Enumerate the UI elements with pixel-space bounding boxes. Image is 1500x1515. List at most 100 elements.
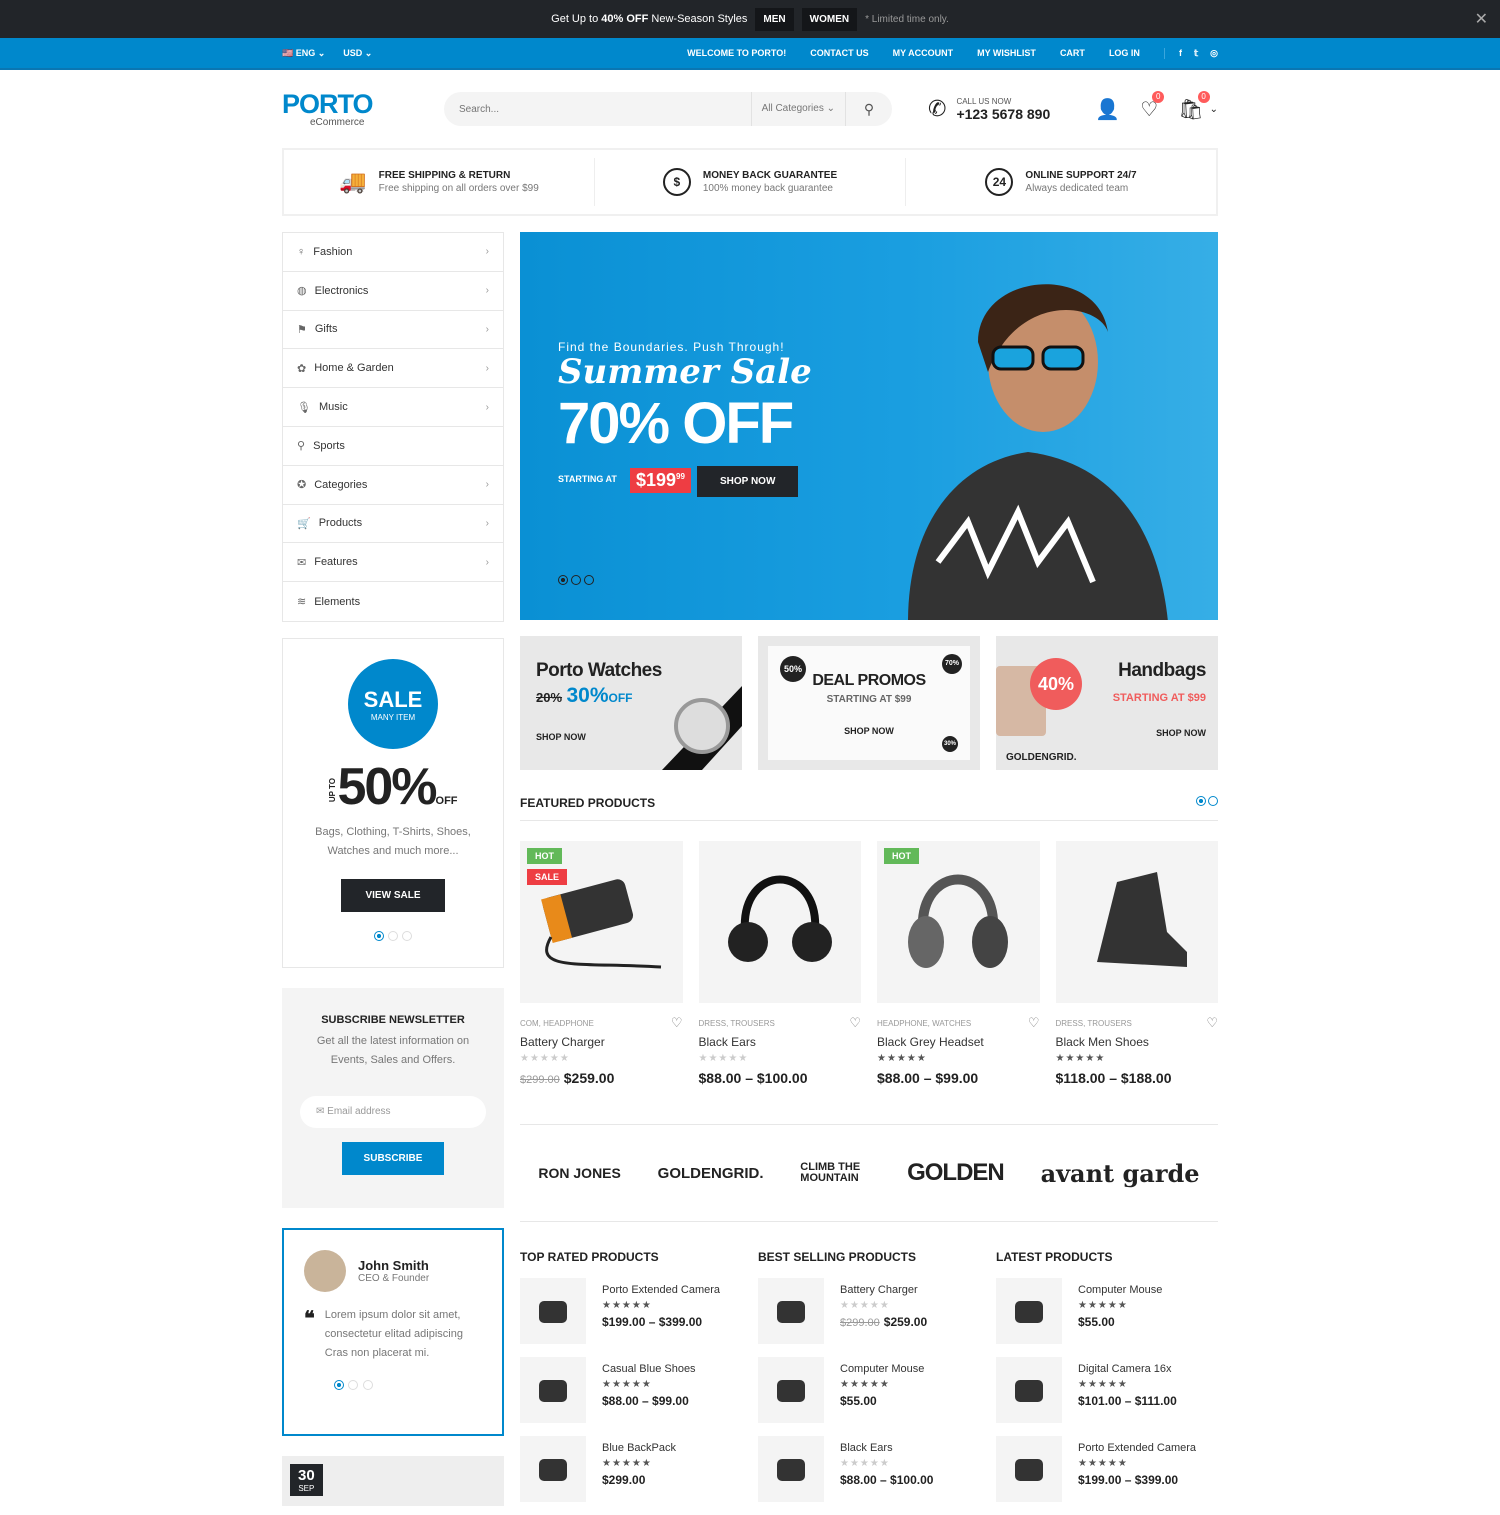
product-thumbnail[interactable] xyxy=(520,1278,586,1344)
product-name[interactable]: Battery Charger xyxy=(840,1284,927,1296)
carousel-dot[interactable] xyxy=(373,930,384,941)
category-item[interactable]: 🛒 Products › xyxy=(283,505,503,544)
product-name[interactable]: Battery Charger xyxy=(520,1035,683,1049)
category-item[interactable]: ≋ Elements xyxy=(283,582,503,621)
carousel-dot[interactable] xyxy=(402,930,413,941)
product-name[interactable]: Black Men Shoes xyxy=(1056,1035,1219,1049)
carousel-dot[interactable] xyxy=(334,1379,344,1390)
category-item[interactable]: ◍ Electronics › xyxy=(283,272,503,311)
brand-logo[interactable]: CLIMB THE MOUNTAIN xyxy=(800,1162,870,1184)
product-thumbnail[interactable] xyxy=(520,1357,586,1423)
product-name[interactable]: Porto Extended Camera xyxy=(1078,1442,1196,1454)
product-thumbnail[interactable] xyxy=(996,1278,1062,1344)
product-category[interactable]: COM, HEADPHONE xyxy=(520,1019,594,1031)
brand-logo[interactable]: avant garde xyxy=(1041,1159,1200,1188)
category-item[interactable]: ✿ Home & Garden › xyxy=(283,349,503,389)
product-thumbnail[interactable] xyxy=(758,1278,824,1344)
logo[interactable]: PORTO eCommerce xyxy=(282,90,432,128)
blog-post[interactable]: 30 SEP xyxy=(282,1455,504,1506)
slider-dot[interactable] xyxy=(584,575,594,585)
product-name[interactable]: Blue BackPack xyxy=(602,1442,676,1454)
product-name[interactable]: Computer Mouse xyxy=(840,1363,924,1375)
list-item[interactable]: Porto Extended Camera ★★★★★ $199.00 – $399… xyxy=(520,1278,742,1357)
product-thumbnail[interactable] xyxy=(520,1436,586,1502)
search-icon[interactable]: ⚲ xyxy=(846,101,892,118)
list-item[interactable]: Casual Blue Shoes ★★★★★ $88.00 – $99.00 xyxy=(520,1357,742,1436)
carousel-dot[interactable] xyxy=(1208,796,1218,806)
banner-handbags[interactable]: 40% Handbags STARTING AT $99 SHOP NOW GO… xyxy=(996,636,1218,770)
currency-select[interactable]: USD ⌄ xyxy=(343,48,372,59)
slider-dot[interactable] xyxy=(571,575,581,585)
search-input[interactable] xyxy=(444,103,751,115)
nav-link[interactable]: WELCOME TO PORTO! xyxy=(687,48,786,58)
product-name[interactable]: Digital Camera 16x xyxy=(1078,1363,1177,1375)
product-thumbnail[interactable] xyxy=(996,1357,1062,1423)
language-select[interactable]: 🇺🇸 ENG ⌄ xyxy=(282,48,325,59)
shop-now-button[interactable]: SHOP NOW xyxy=(697,466,799,497)
list-item[interactable]: Black Ears ★★★★★ $88.00 – $100.00 xyxy=(758,1436,980,1515)
user-icon[interactable]: 👤 xyxy=(1095,97,1120,122)
product-thumbnail[interactable] xyxy=(758,1357,824,1423)
product-name[interactable]: Computer Mouse xyxy=(1078,1284,1162,1296)
list-item[interactable]: Digital Camera 16x ★★★★★ $101.00 – $111.00 xyxy=(996,1357,1218,1436)
product-card[interactable]: HOT SALE COM, HEADPHONE ♡ Battery Charger ★★★… xyxy=(520,841,683,1086)
nav-link[interactable]: MY WISHLIST xyxy=(977,48,1036,58)
product-category[interactable]: DRESS, TROUSERS xyxy=(1056,1019,1132,1031)
product-card[interactable]: DRESS, TROUSERS ♡ Black Ears ★★★★★ $88.00 – … xyxy=(698,841,862,1086)
category-item[interactable]: ✉ Features › xyxy=(283,543,503,583)
product-category[interactable]: DRESS, TROUSERS xyxy=(699,1019,775,1031)
wishlist-icon[interactable]: ♡ xyxy=(671,1015,683,1031)
product-card[interactable]: DRESS, TROUSERS ♡ Black Men Shoes ★★★★★ $118… xyxy=(1055,841,1219,1086)
banner-deal-promos[interactable]: DEAL PROMOS STARTING AT $99 SHOP NOW 50%… xyxy=(758,636,980,770)
women-button[interactable]: WOMEN xyxy=(801,7,858,31)
subscribe-button[interactable]: SUBSCRIBE xyxy=(341,1141,445,1175)
view-sale-button[interactable]: VIEW SALE xyxy=(341,878,445,912)
wishlist-icon[interactable]: ♡ xyxy=(1206,1015,1218,1031)
list-item[interactable]: Battery Charger ★★★★★ $299.00 $259.00 xyxy=(758,1278,980,1357)
product-image[interactable]: HOT SALE xyxy=(520,841,683,1003)
carousel-dot[interactable] xyxy=(388,930,398,941)
category-item[interactable]: ⚲ Sports xyxy=(283,427,503,466)
product-name[interactable]: Casual Blue Shoes xyxy=(602,1363,696,1375)
twitter-icon[interactable]: 𝕥 xyxy=(1194,48,1198,59)
category-item[interactable]: 🎙 Music › xyxy=(283,388,503,427)
banner-watches[interactable]: Porto Watches 20% 30%OFF SHOP NOW xyxy=(520,636,742,770)
carousel-dot[interactable] xyxy=(362,1379,373,1390)
product-category[interactable]: HEADPHONE, WATCHES xyxy=(877,1019,971,1031)
category-item[interactable]: ✪ Categories › xyxy=(283,466,503,505)
wishlist-icon[interactable]: ♡ xyxy=(849,1015,861,1031)
list-item[interactable]: Porto Extended Camera ★★★★★ $199.00 – $399… xyxy=(996,1436,1218,1515)
nav-link[interactable]: CART xyxy=(1060,48,1085,58)
category-item[interactable]: ♀ Fashion › xyxy=(283,233,503,272)
men-button[interactable]: MEN xyxy=(755,7,794,31)
nav-link[interactable]: CONTACT US xyxy=(810,48,868,58)
brand-logo[interactable]: RON JONES xyxy=(538,1165,620,1181)
nav-link[interactable]: LOG IN xyxy=(1109,48,1140,58)
category-select[interactable]: All Categories ⌄ xyxy=(750,92,846,126)
chevron-down-icon[interactable]: ⌄ xyxy=(1210,104,1218,115)
product-name[interactable]: Black Grey Headset xyxy=(877,1035,1040,1049)
wishlist-icon[interactable]: ♡ xyxy=(1028,1015,1040,1031)
nav-link[interactable]: MY ACCOUNT xyxy=(893,48,954,58)
list-item[interactable]: Blue BackPack ★★★★★ $299.00 xyxy=(520,1436,742,1515)
product-name[interactable]: Porto Extended Camera xyxy=(602,1284,720,1296)
list-item[interactable]: Computer Mouse ★★★★★ $55.00 xyxy=(996,1278,1218,1357)
slider-dot[interactable] xyxy=(558,575,568,585)
list-item[interactable]: Computer Mouse ★★★★★ $55.00 xyxy=(758,1357,980,1436)
product-image[interactable] xyxy=(1055,841,1218,1003)
close-icon[interactable]: ✕ xyxy=(1475,9,1488,29)
product-image[interactable]: HOT xyxy=(877,841,1040,1003)
product-name[interactable]: Black Ears xyxy=(699,1035,862,1049)
carousel-dot[interactable] xyxy=(348,1379,359,1390)
product-name[interactable]: Black Ears xyxy=(840,1442,933,1454)
instagram-icon[interactable]: ◎ xyxy=(1210,48,1218,59)
carousel-dot[interactable] xyxy=(1196,796,1206,806)
product-thumbnail[interactable] xyxy=(758,1436,824,1502)
product-card[interactable]: HOT HEADPHONE, WATCHES ♡ Black Grey Headset… xyxy=(877,841,1040,1086)
brand-logo[interactable]: GOLDEN xyxy=(907,1159,1005,1187)
product-thumbnail[interactable] xyxy=(996,1436,1062,1502)
email-input[interactable]: ✉ Email address xyxy=(300,1095,486,1128)
facebook-icon[interactable]: f xyxy=(1179,48,1182,59)
product-image[interactable] xyxy=(698,841,861,1003)
wishlist-icon[interactable]: ♡ 0 xyxy=(1140,90,1165,122)
